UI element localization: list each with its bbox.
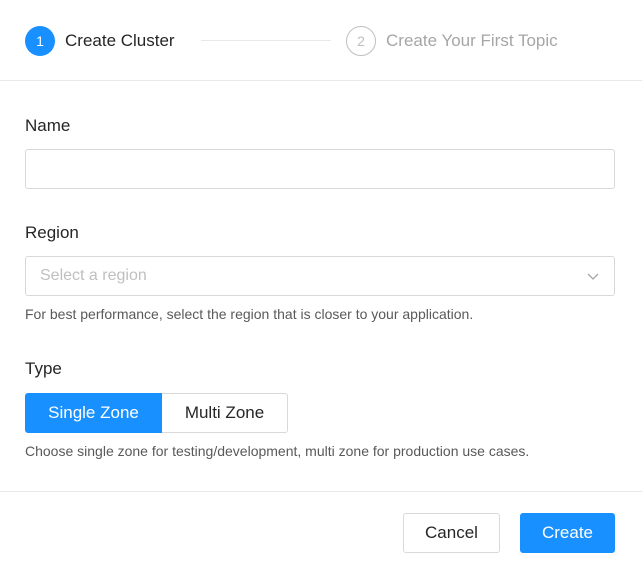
step-connector — [201, 40, 331, 41]
type-label: Type — [25, 359, 62, 378]
type-option-multi-zone[interactable]: Multi Zone — [162, 393, 288, 433]
name-label: Name — [25, 116, 71, 135]
name-input[interactable] — [25, 149, 615, 189]
step-create-cluster: 1 Create Cluster — [25, 26, 175, 56]
type-segmented-control: Single Zone Multi Zone — [25, 393, 288, 433]
region-label: Region — [25, 223, 79, 242]
dialog-footer: Cancel Create — [0, 491, 642, 567]
step-title: Create Cluster — [65, 31, 175, 50]
type-help-text: Choose single zone for testing/developme… — [25, 443, 530, 459]
create-button[interactable]: Create — [520, 513, 615, 553]
steps-header: 1 Create Cluster 2 Create Your First Top… — [0, 0, 642, 81]
cancel-button[interactable]: Cancel — [403, 513, 500, 553]
step-create-topic: 2 Create Your First Topic — [346, 26, 558, 56]
step-title: Create Your First Topic — [386, 31, 558, 50]
region-select[interactable]: Select a region — [25, 256, 615, 296]
type-option-single-zone[interactable]: Single Zone — [25, 393, 162, 433]
chevron-down-icon — [586, 269, 600, 283]
region-help-text: For best performance, select the region … — [25, 306, 474, 322]
step-number-badge: 2 — [346, 26, 376, 56]
step-number-badge: 1 — [25, 26, 55, 56]
region-select-placeholder: Select a region — [40, 267, 147, 284]
